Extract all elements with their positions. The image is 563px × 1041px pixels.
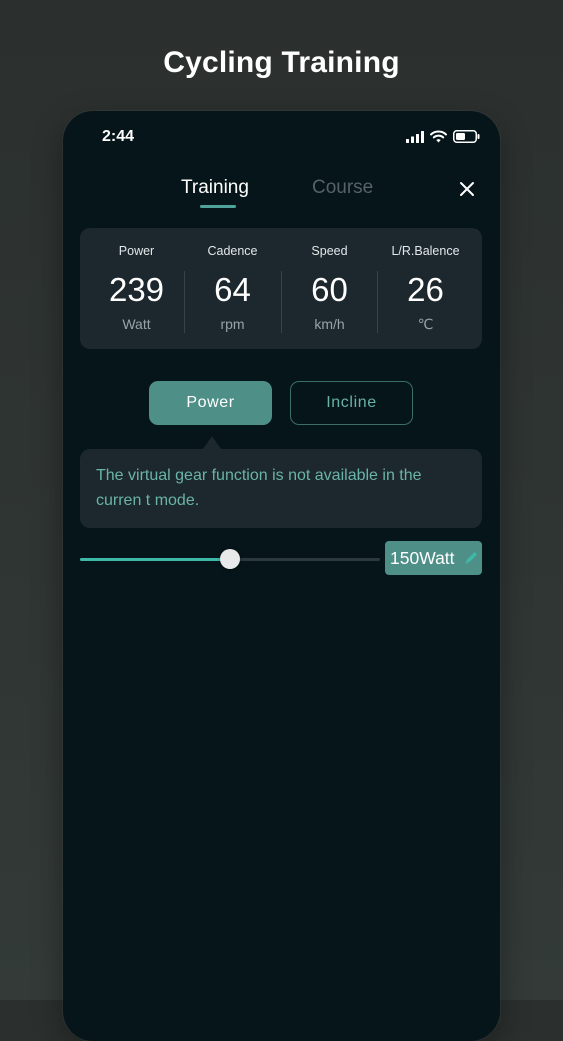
metric-unit: ℃ (417, 316, 434, 332)
metric-value: 239 (108, 271, 165, 308)
metrics-card: Power 239 Watt Cadence 64 rpm Speed 60 k… (80, 228, 482, 349)
metric-label: Power (118, 244, 155, 258)
power-mode-button[interactable]: Power (149, 381, 272, 425)
wifi-icon (430, 130, 447, 143)
metric-value: 26 (407, 271, 444, 308)
incline-mode-button[interactable]: Incline (290, 381, 413, 425)
metric-value: 64 (214, 271, 251, 308)
metric-unit: km/h (314, 316, 345, 332)
tab-bar: Training Course (63, 177, 500, 217)
active-tab-indicator (200, 205, 236, 208)
pencil-icon[interactable] (463, 550, 479, 566)
info-tooltip: The virtual gear function is not availab… (80, 449, 482, 528)
metric-balance: L/R.Balence 26 ℃ (377, 228, 474, 349)
battery-icon (453, 130, 480, 143)
tab-course[interactable]: Course (312, 177, 373, 199)
metric-unit: rpm (220, 316, 245, 332)
close-icon[interactable] (458, 180, 476, 198)
power-slider[interactable] (80, 547, 380, 571)
tab-training[interactable]: Training (181, 177, 249, 199)
slider-fill (80, 558, 230, 561)
power-value-text: 150Watt (390, 548, 455, 568)
metric-speed: Speed 60 km/h (281, 228, 378, 349)
status-time: 2:44 (102, 128, 135, 145)
phone-screen: 2:44 Training Course Power 239 Watt Cade… (63, 111, 500, 1041)
power-value-field[interactable]: 150Watt (385, 541, 482, 575)
status-bar: 2:44 (63, 127, 500, 149)
metric-cadence: Cadence 64 rpm (184, 228, 281, 349)
status-icons (406, 130, 480, 143)
metric-unit: Watt (122, 316, 151, 332)
signal-icon (406, 130, 424, 143)
tooltip-pointer (203, 436, 221, 449)
slider-thumb[interactable] (220, 549, 240, 569)
page-headline: Cycling Training (163, 46, 400, 79)
tooltip-message: The virtual gear function is not availab… (96, 467, 422, 509)
metric-label: Speed (311, 244, 348, 258)
metric-power: Power 239 Watt (88, 228, 185, 349)
metric-label: L/R.Balence (391, 244, 460, 258)
metric-label: Cadence (207, 244, 258, 258)
metric-value: 60 (311, 271, 348, 308)
